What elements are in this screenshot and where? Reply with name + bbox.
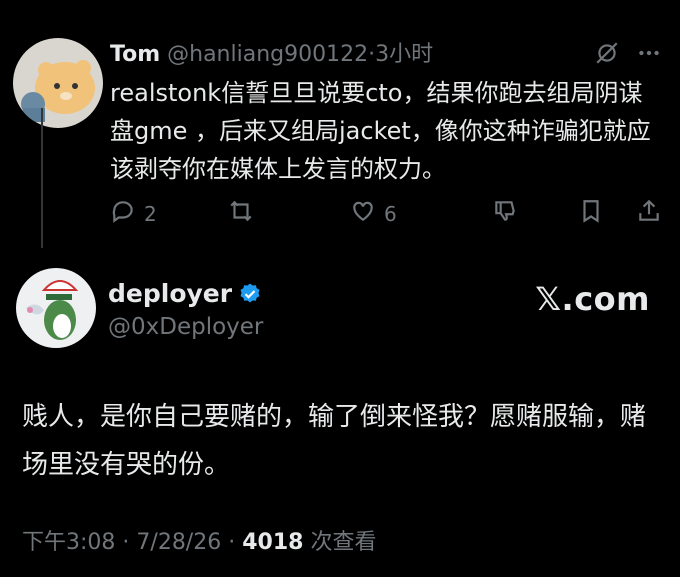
post-time[interactable]: 下午3:08 (22, 530, 115, 555)
footer-sep-1: · (122, 530, 130, 555)
dislike-icon (492, 198, 518, 229)
reply-author-name[interactable]: Tom (110, 42, 160, 67)
reply-text: realstonk信誓旦旦说要cto，结果你跑去组局阴谋盘gme ，后来又组局j… (110, 79, 651, 183)
reply-count: 2 (144, 201, 157, 226)
share-button[interactable] (636, 198, 662, 229)
bookmark-icon (578, 198, 604, 229)
dislike-button[interactable] (492, 198, 518, 229)
main-author-name[interactable]: deployer (108, 279, 232, 308)
repost-button[interactable] (228, 198, 254, 229)
reply-timestamp[interactable]: 3小时 (375, 42, 433, 67)
post-date[interactable]: 7/28/26 (136, 530, 221, 555)
reply-button[interactable]: 2 (110, 198, 157, 229)
footer-sep-2: · (228, 530, 236, 555)
reply-author-handle[interactable]: @hanliang900122 (167, 42, 368, 67)
repost-icon (228, 198, 254, 229)
hamster-avatar-icon (13, 38, 103, 128)
view-count: 4018 (242, 530, 304, 555)
reply-icon (110, 198, 136, 229)
main-text: 贱人，是你自己要赌的，输了倒来怪我？愿赌服输，赌场里没有哭的份。 (22, 402, 647, 480)
penguin-avatar-icon (16, 268, 96, 348)
like-icon (350, 198, 376, 229)
main-avatar[interactable] (16, 268, 96, 348)
main-author: deployer (108, 279, 262, 308)
like-count: 6 (384, 201, 397, 226)
tweet-footer: 下午3:08 · 7/28/26 · 4018 次查看 (22, 524, 376, 556)
view-label: 次查看 (310, 530, 377, 555)
grok-icon[interactable] (594, 40, 620, 66)
main-author-handle[interactable]: @0xDeployer (108, 314, 263, 340)
more-icon[interactable] (636, 40, 662, 66)
reply-header: Tom @hanliang900122·3小时 (110, 36, 433, 68)
x-watermark: 𝕏.com (535, 280, 650, 318)
bookmark-button[interactable] (578, 198, 604, 229)
reply-avatar[interactable] (13, 38, 103, 128)
share-icon (636, 198, 662, 229)
thread-line (41, 108, 43, 248)
like-button[interactable]: 6 (350, 198, 397, 229)
verified-badge-icon (238, 282, 262, 306)
